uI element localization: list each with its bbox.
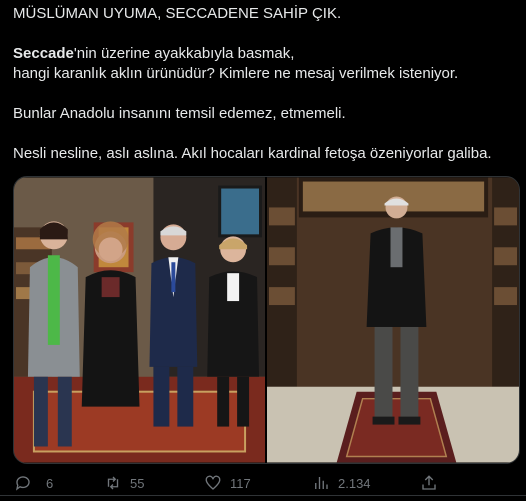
divider — [0, 495, 526, 496]
like-icon — [205, 475, 221, 490]
share-button[interactable] — [420, 470, 438, 496]
retweet-button[interactable]: 55 — [104, 470, 144, 496]
tweet-line-5: Nesli nesline, aslı aslına. Akıl hocalar… — [13, 145, 492, 162]
like-count: 117 — [230, 475, 251, 491]
views-icon — [315, 477, 328, 489]
tweet-media[interactable] — [13, 176, 520, 464]
tweet-line-4: Bunlar Anadolu insanını temsil edemez, e… — [13, 105, 346, 122]
share-icon — [422, 475, 436, 490]
reply-count: 6 — [46, 475, 54, 491]
tweet-line-2-rest: 'nin üzerine ayakkabıyla basmak, — [73, 45, 295, 62]
action-bar: 6 55 117 2.134 — [0, 470, 526, 496]
like-button[interactable]: 117 — [204, 470, 251, 496]
views-button[interactable]: 2.134 — [312, 470, 371, 496]
reply-icon — [15, 476, 30, 491]
tweet-line-1: MÜSLÜMAN UYUMA, SECCADENE SAHİP ÇIK. — [13, 5, 342, 22]
retweet-icon — [107, 476, 119, 490]
tweet-text: MÜSLÜMAN UYUMA, SECCADENE SAHİP ÇIK. Sec… — [13, 4, 513, 164]
man-photo[interactable] — [265, 177, 519, 463]
tweet-line-2: Seccade'nin üzerine ayakkabıyla basmak, — [13, 44, 513, 64]
tweet-line-3: hangi karanlık aklın ürünüdür? Kimlere n… — [13, 65, 459, 82]
views-count: 2.134 — [338, 475, 371, 491]
group-photo[interactable] — [14, 177, 265, 463]
retweet-count: 55 — [130, 475, 145, 491]
reply-button[interactable]: 6 — [14, 470, 53, 496]
tweet-bold-word: Seccade — [13, 45, 74, 62]
